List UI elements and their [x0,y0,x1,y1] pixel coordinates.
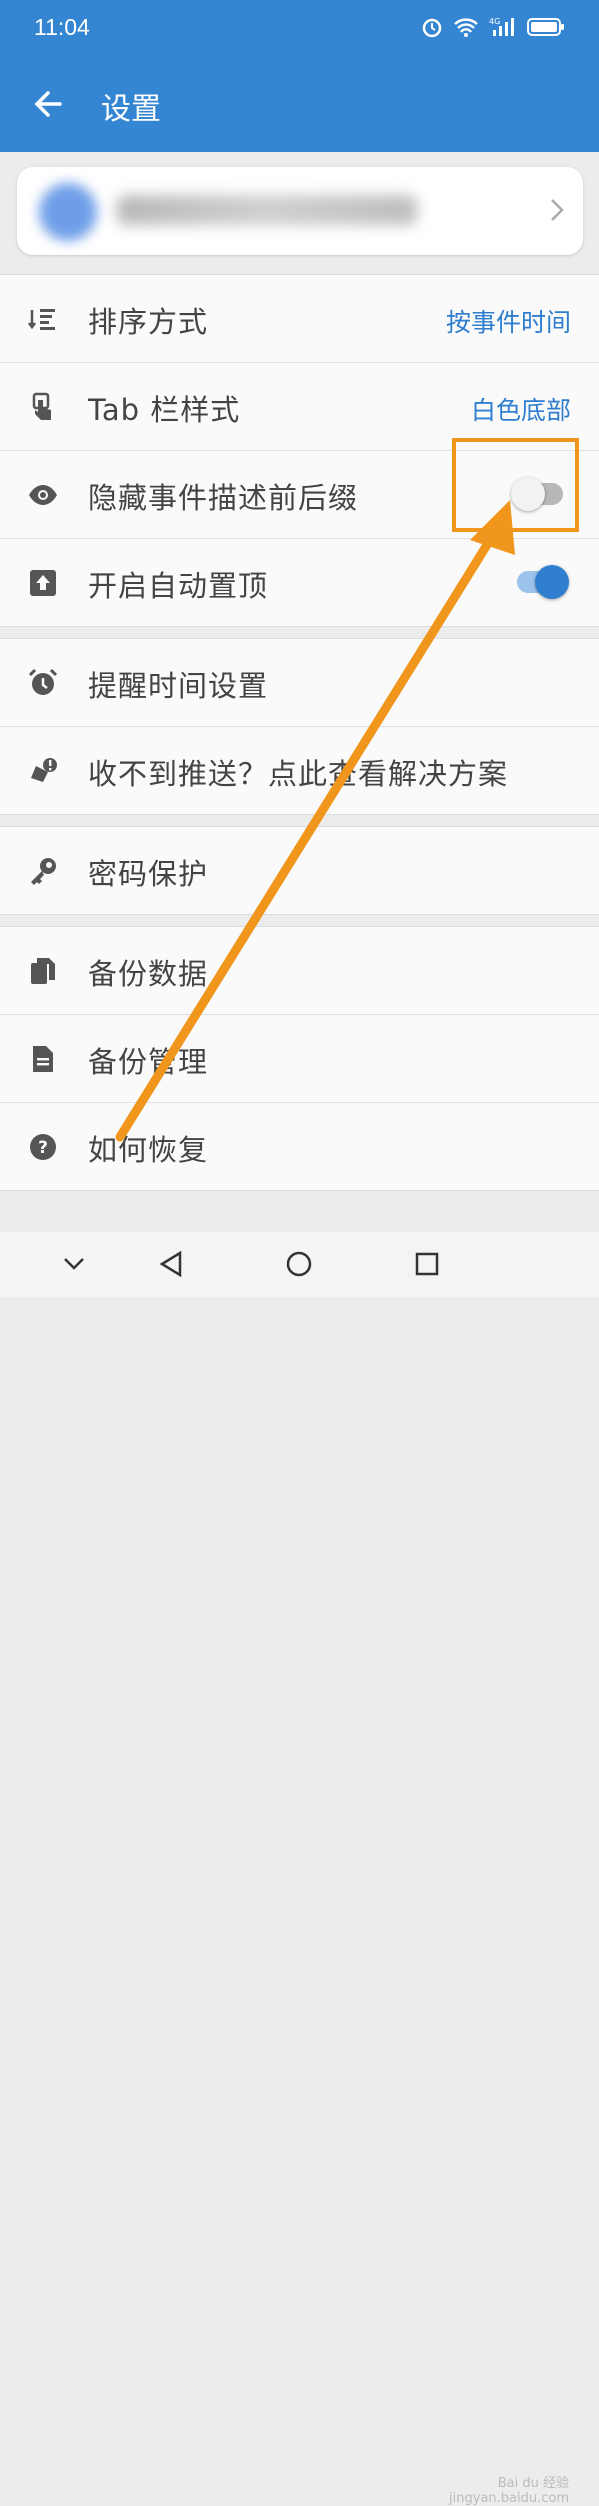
watermark-line2: jingyan.baidu.com [449,2491,569,2506]
chevron-down-icon[interactable] [62,1254,86,1274]
recents-nav-icon[interactable] [414,1251,440,1277]
home-nav-icon[interactable] [285,1250,313,1278]
system-nav-bar: Bai du 经验 jingyan.baidu.com [0,1232,599,2506]
annotation-arrow [115,500,515,1142]
watermark-line1: Bai du 经验 [497,2476,569,2491]
back-nav-icon[interactable] [158,1250,184,1278]
watermark: Bai du 经验 jingyan.baidu.com [449,2472,569,2506]
